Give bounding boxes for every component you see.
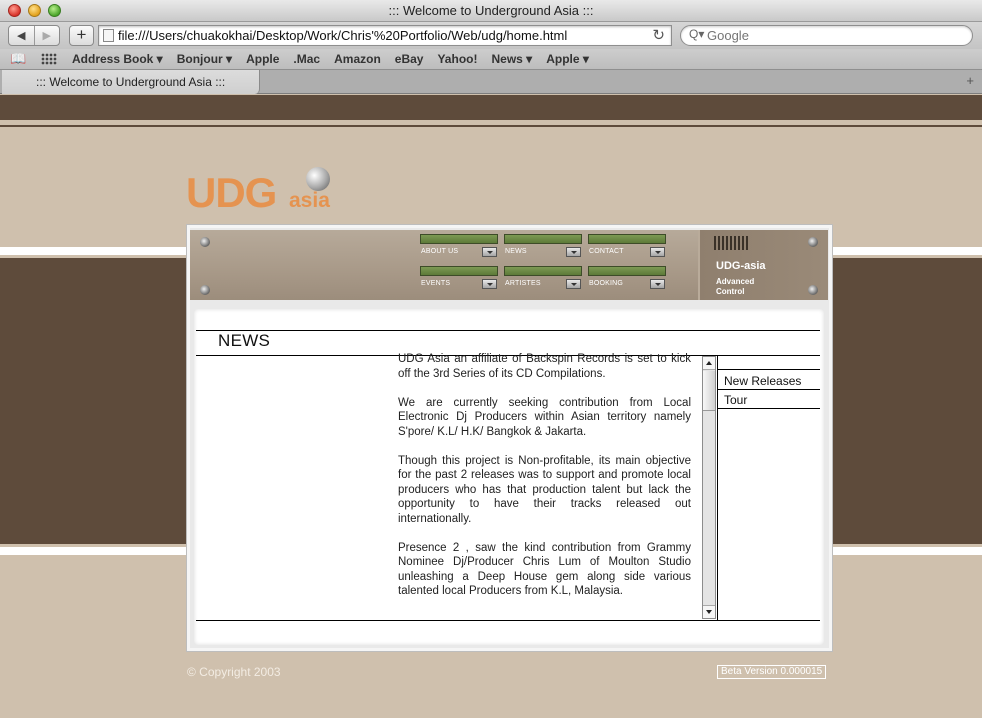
nav-label: ABOUT US [421, 248, 459, 255]
nav-booking[interactable]: BOOKING [588, 266, 666, 294]
nav-events[interactable]: EVENTS [420, 266, 498, 294]
lcd-display [588, 266, 666, 276]
header-band [0, 95, 982, 120]
console-brand: UDG-asia [716, 260, 766, 272]
udg-logo-asia: asia [289, 189, 330, 212]
side-rule [718, 408, 820, 409]
forward-button[interactable]: ▶ [33, 26, 60, 45]
bookmark-news[interactable]: News ▾ [491, 52, 532, 66]
bookmark-apple[interactable]: Apple [246, 52, 279, 66]
scroll-down-icon[interactable] [703, 605, 715, 618]
file-icon [103, 29, 114, 42]
bookmark-list: Address Book ▾ Bonjour ▾ Apple .Mac Amaz… [72, 52, 603, 66]
reload-icon[interactable]: ↻ [652, 26, 665, 44]
browser-toolbar: ◀ ▶ + file:///Users/chuakokhai/Desktop/W… [0, 22, 982, 49]
nav-label: CONTACT [589, 248, 624, 255]
side-rule [718, 389, 820, 390]
article-paragraph: We are currently seeking contribution fr… [398, 396, 691, 438]
web-page: UDG asia ABOUT US NEWS CONTACT EVENTS AR… [0, 95, 982, 718]
chevron-down-icon[interactable] [482, 247, 497, 257]
copyright-text: © Copyright 2003 [187, 665, 281, 679]
content-area: NEWS UDG Asia an affiliate of Backspin R… [194, 309, 824, 645]
bookmark-apple-menu[interactable]: Apple ▾ [546, 52, 589, 66]
search-input[interactable] [707, 28, 957, 43]
bookmark-yahoo[interactable]: Yahoo! [437, 52, 477, 66]
tab-label: ::: Welcome to Underground Asia ::: [36, 75, 226, 89]
screw-icon [200, 285, 210, 295]
article-paragraph: UDG Asia an affiliate of Backspin Record… [398, 353, 691, 380]
lcd-display [420, 234, 498, 244]
chevron-down-icon[interactable] [650, 247, 665, 257]
console-subtitle: Advanced Control [716, 277, 754, 297]
bookmark-mac[interactable]: .Mac [293, 52, 320, 66]
lcd-display [504, 266, 582, 276]
nav-label: EVENTS [421, 280, 451, 287]
console-sub-line2: Control [716, 287, 745, 296]
article-paragraph: Presence 2 , saw the kind contribution f… [398, 541, 691, 598]
address-bar[interactable]: file:///Users/chuakokhai/Desktop/Work/Ch… [98, 25, 672, 46]
history-buttons: ◀ ▶ [8, 25, 60, 46]
nav-artistes[interactable]: ARTISTES [504, 266, 582, 294]
screw-icon [200, 237, 210, 247]
side-link-tour[interactable]: Tour [724, 393, 747, 407]
udg-logo[interactable]: UDG [186, 169, 277, 217]
title-rule-top [196, 330, 820, 331]
bookmark-address-book[interactable]: Address Book ▾ [72, 52, 163, 66]
console-sub-line1: Advanced [716, 277, 755, 286]
news-article[interactable]: UDG Asia an affiliate of Backspin Record… [398, 352, 691, 616]
header-line [0, 125, 982, 127]
new-tab-button[interactable]: + [966, 73, 974, 88]
nav-label: ARTISTES [505, 280, 541, 287]
side-rule [718, 369, 820, 370]
bookmark-ebay[interactable]: eBay [395, 52, 424, 66]
lcd-display [588, 234, 666, 244]
chevron-down-icon[interactable] [566, 279, 581, 289]
window-titlebar: ::: Welcome to Underground Asia ::: [0, 0, 982, 22]
vent-grille-icon [714, 236, 748, 250]
tab-underground-asia[interactable]: ::: Welcome to Underground Asia ::: [2, 70, 260, 94]
section-title: NEWS [218, 331, 271, 350]
nav-label: NEWS [505, 248, 527, 255]
nav-news[interactable]: NEWS [504, 234, 582, 262]
bookmarks-bar: 📖 Address Book ▾ Bonjour ▾ Apple .Mac Am… [0, 49, 982, 70]
url-text[interactable]: file:///Users/chuakokhai/Desktop/Work/Ch… [118, 28, 567, 43]
content-rule-bottom [196, 620, 820, 621]
window-title: ::: Welcome to Underground Asia ::: [388, 3, 594, 18]
lcd-display [504, 234, 582, 244]
lcd-display [420, 266, 498, 276]
back-button[interactable]: ◀ [9, 26, 34, 45]
article-paragraph: Though this project is Non-profitable, i… [398, 454, 691, 525]
nav-contact[interactable]: CONTACT [588, 234, 666, 262]
chevron-down-icon[interactable] [482, 279, 497, 289]
top-sites-grid-icon[interactable] [41, 53, 57, 65]
beta-version-badge: Beta Version 0.000015 [717, 665, 827, 679]
nav-about-us[interactable]: ABOUT US [420, 234, 498, 262]
scroll-thumb[interactable] [703, 371, 715, 411]
chevron-down-icon[interactable] [650, 279, 665, 289]
side-divider [717, 356, 718, 620]
add-bookmark-button[interactable]: + [69, 25, 94, 46]
tab-strip: ::: Welcome to Underground Asia ::: + [0, 70, 982, 94]
nav-label: BOOKING [589, 280, 624, 287]
search-icon[interactable]: Q▾ [689, 27, 704, 41]
side-link-new-releases[interactable]: New Releases [724, 374, 801, 388]
article-scrollbar[interactable] [702, 356, 716, 619]
screw-icon [808, 237, 818, 247]
bookmarks-book-icon[interactable]: 📖 [10, 51, 26, 67]
chevron-down-icon[interactable] [566, 247, 581, 257]
bookmark-amazon[interactable]: Amazon [334, 52, 381, 66]
bookmark-bonjour[interactable]: Bonjour ▾ [177, 52, 232, 66]
globe-icon [306, 167, 330, 191]
scroll-up-icon[interactable] [703, 357, 715, 370]
screw-icon [808, 285, 818, 295]
control-console: ABOUT US NEWS CONTACT EVENTS ARTISTES BO… [190, 230, 828, 300]
search-field[interactable]: Q▾ [680, 25, 973, 46]
